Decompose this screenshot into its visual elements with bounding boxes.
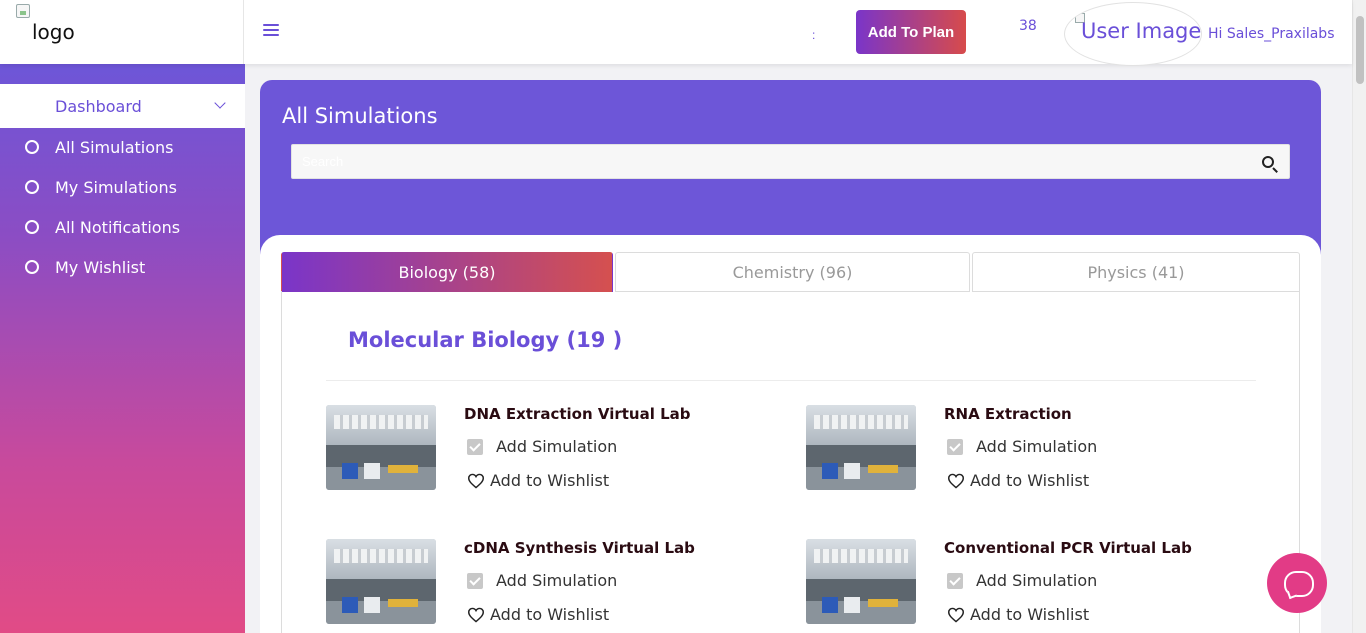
- subject-tabs: Biology (58) Chemistry (96) Physics (41): [281, 252, 1300, 292]
- simulation-thumbnail[interactable]: [326, 405, 436, 490]
- heart-icon: [467, 607, 485, 623]
- add-simulation-label: Add Simulation: [496, 437, 618, 456]
- sidebar-item-my-wishlist[interactable]: My Wishlist: [0, 247, 245, 287]
- checkbox-icon: [947, 572, 963, 589]
- add-to-wishlist-label: Add to Wishlist: [490, 471, 610, 490]
- section-title: Molecular Biology (19 ): [348, 328, 623, 352]
- sidebar-item-dashboard[interactable]: Dashboard: [0, 84, 245, 128]
- simulation-card: Conventional PCR Virtual Lab Add Simulat…: [806, 539, 1226, 629]
- simulation-title[interactable]: DNA Extraction Virtual Lab: [464, 405, 691, 423]
- sidebar-item-label: All Simulations: [55, 137, 174, 157]
- sidebar-item-label: My Simulations: [55, 177, 177, 197]
- logo[interactable]: logo: [32, 20, 75, 44]
- circle-icon: [25, 260, 39, 274]
- add-to-wishlist-button[interactable]: Add to Wishlist: [947, 471, 1089, 490]
- simulation-card: cDNA Synthesis Virtual Lab Add Simulatio…: [326, 539, 746, 629]
- menu-toggle-icon[interactable]: [263, 24, 279, 38]
- sidebar-item-label: All Notifications: [55, 217, 181, 237]
- tab-chemistry[interactable]: Chemistry (96): [615, 252, 970, 292]
- add-to-wishlist-button[interactable]: Add to Wishlist: [467, 471, 609, 490]
- page-title: All Simulations: [282, 104, 438, 128]
- heart-icon: [947, 473, 965, 489]
- user-image-alt: User Image: [1081, 19, 1202, 43]
- add-to-wishlist-label: Add to Wishlist: [970, 471, 1090, 490]
- sidebar-item-label: Dashboard: [55, 96, 142, 116]
- checkbox-icon: [947, 438, 963, 455]
- tab-panel: Molecular Biology (19 ) DNA Extraction V…: [281, 291, 1300, 633]
- tab-biology[interactable]: Biology (58): [281, 252, 613, 292]
- search-icon[interactable]: [1262, 156, 1274, 168]
- simulation-thumbnail[interactable]: [326, 539, 436, 624]
- checkbox-icon: [467, 572, 483, 589]
- circle-icon: [25, 180, 39, 194]
- broken-image-icon: [16, 4, 30, 18]
- add-simulation-label: Add Simulation: [976, 571, 1098, 590]
- search-input[interactable]: [292, 145, 1289, 178]
- add-simulation-checkbox[interactable]: Add Simulation: [947, 571, 1097, 590]
- simulation-title[interactable]: RNA Extraction: [944, 405, 1072, 423]
- sidebar-item-all-notifications[interactable]: All Notifications: [0, 207, 245, 247]
- add-to-wishlist-label: Add to Wishlist: [490, 605, 610, 624]
- logo-area[interactable]: logo: [0, 0, 244, 64]
- simulation-thumbnail[interactable]: [806, 539, 916, 624]
- simulation-thumbnail[interactable]: [806, 405, 916, 490]
- header-separator: :: [812, 28, 816, 42]
- circle-icon: [25, 220, 39, 234]
- notification-count[interactable]: 38: [1019, 18, 1037, 34]
- page-scrollbar[interactable]: [1352, 0, 1366, 633]
- add-to-wishlist-label: Add to Wishlist: [970, 605, 1090, 624]
- simulation-card: DNA Extraction Virtual Lab Add Simulatio…: [326, 405, 746, 495]
- sidebar: Dashboard All Simulations My Simulations…: [0, 64, 245, 633]
- user-greeting[interactable]: Hi Sales_Praxilabs: [1208, 26, 1335, 42]
- simulation-title[interactable]: cDNA Synthesis Virtual Lab: [464, 539, 695, 557]
- add-to-plan-button[interactable]: Add To Plan: [856, 10, 966, 54]
- top-header: logo : Add To Plan 38 User Image Hi Sale…: [0, 0, 1352, 66]
- tab-physics[interactable]: Physics (41): [972, 252, 1300, 292]
- add-simulation-label: Add Simulation: [496, 571, 618, 590]
- add-simulation-checkbox[interactable]: Add Simulation: [467, 437, 617, 456]
- simulation-title[interactable]: Conventional PCR Virtual Lab: [944, 539, 1192, 557]
- heart-icon: [467, 473, 485, 489]
- chevron-down-icon: [214, 97, 226, 109]
- heart-icon: [947, 607, 965, 623]
- scrollbar-thumb[interactable]: [1356, 16, 1364, 84]
- add-simulation-checkbox[interactable]: Add Simulation: [947, 437, 1097, 456]
- search-bar: [291, 144, 1290, 179]
- add-simulation-checkbox[interactable]: Add Simulation: [467, 571, 617, 590]
- user-avatar[interactable]: User Image: [1064, 2, 1202, 66]
- add-to-wishlist-button[interactable]: Add to Wishlist: [947, 605, 1089, 624]
- sidebar-item-label: My Wishlist: [55, 257, 146, 277]
- sidebar-item-my-simulations[interactable]: My Simulations: [0, 167, 245, 207]
- simulations-card: Biology (58) Chemistry (96) Physics (41)…: [260, 235, 1321, 633]
- checkbox-icon: [467, 438, 483, 455]
- chat-icon[interactable]: [1267, 553, 1327, 613]
- add-simulation-label: Add Simulation: [976, 437, 1098, 456]
- section-divider: [326, 380, 1256, 381]
- add-to-wishlist-button[interactable]: Add to Wishlist: [467, 605, 609, 624]
- simulation-card: RNA Extraction Add Simulation Add to Wis…: [806, 405, 1226, 495]
- circle-icon: [25, 140, 39, 154]
- sidebar-item-all-simulations[interactable]: All Simulations: [0, 127, 245, 167]
